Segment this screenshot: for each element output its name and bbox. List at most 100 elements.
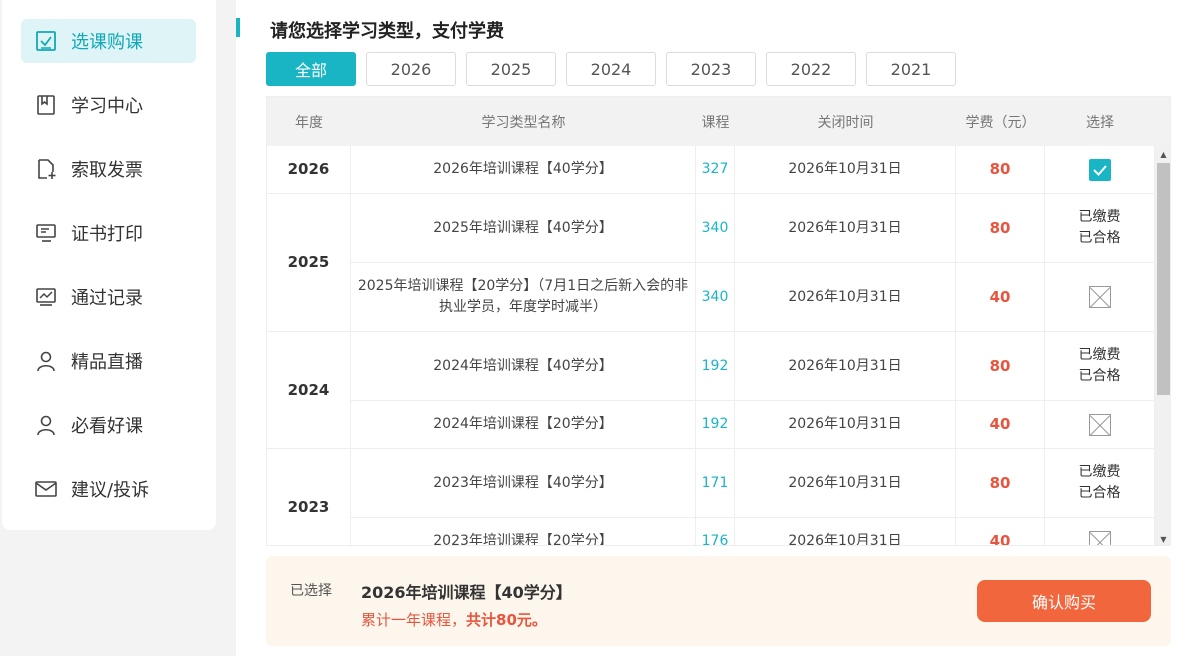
sidebar-item-label: 学习中心 xyxy=(71,96,143,117)
fee-cell: 80 xyxy=(956,194,1045,263)
fee-cell: 40 xyxy=(956,263,1045,332)
close-time-cell: 2026年10月31日 xyxy=(735,518,956,545)
close-time-cell: 2026年10月31日 xyxy=(735,263,956,332)
selected-label: 已选择 xyxy=(290,583,332,599)
main-panel: 请您选择学习类型，支付学费 全部 2026 2025 2024 2023 202… xyxy=(236,0,1190,656)
select-cell xyxy=(1045,401,1155,449)
summary-total: 共计80元。 xyxy=(466,611,547,629)
fee-cell: 80 xyxy=(956,146,1045,194)
course-table: 年度 学习类型名称 课程 关闭时间 学费（元） 选择 2026 2026年培训课… xyxy=(266,96,1171,546)
tab-2023[interactable]: 2023 xyxy=(666,52,756,86)
title-accent-bar xyxy=(236,18,240,37)
course-count-link[interactable]: 176 xyxy=(696,518,735,545)
tab-2025[interactable]: 2025 xyxy=(466,52,556,86)
header-courses: 课程 xyxy=(701,114,730,131)
fee-cell: 40 xyxy=(956,401,1045,449)
year-cell: 2023 xyxy=(267,449,351,545)
passed-label: 已合格 xyxy=(1078,368,1121,384)
checkbox-icon xyxy=(35,30,57,52)
sidebar-item-label: 索取发票 xyxy=(71,160,143,181)
user-icon xyxy=(35,350,57,372)
header-year: 年度 xyxy=(295,114,323,131)
sidebar-item-label: 通过记录 xyxy=(71,288,143,309)
tab-2026[interactable]: 2026 xyxy=(366,52,456,86)
header-type-name: 学习类型名称 xyxy=(481,114,566,131)
close-time-cell: 2026年10月31日 xyxy=(735,449,956,518)
sidebar: 选课购课 学习中心 索取发票 证书打印 通过记录 精品直播 必看好课 建议/投诉 xyxy=(2,0,216,530)
close-time-cell: 2026年10月31日 xyxy=(735,194,956,263)
course-count-link[interactable]: 340 xyxy=(696,194,735,263)
passed-label: 已合格 xyxy=(1078,230,1121,246)
course-count-link[interactable]: 192 xyxy=(696,332,735,401)
sidebar-item-must-watch[interactable]: 必看好课 xyxy=(21,403,196,447)
passed-label: 已合格 xyxy=(1078,485,1121,501)
page-title: 请您选择学习类型，支付学费 xyxy=(270,21,504,42)
course-count-link[interactable]: 192 xyxy=(696,401,735,449)
type-name-cell: 2024年培训课程【40学分】 xyxy=(351,332,696,401)
year-cell: 2025 xyxy=(267,194,351,332)
table-body: 2026 2026年培训课程【40学分】 327 2026年10月31日 80 … xyxy=(267,146,1155,545)
course-count-link[interactable]: 327 xyxy=(696,146,735,194)
type-name-cell: 2024年培训课程【20学分】 xyxy=(351,401,696,449)
paid-label: 已缴费 xyxy=(1078,209,1121,225)
sidebar-item-label: 选课购课 xyxy=(71,32,143,53)
tab-all[interactable]: 全部 xyxy=(266,52,356,86)
header-close-time: 关闭时间 xyxy=(817,114,874,131)
sidebar-item-select-course[interactable]: 选课购课 xyxy=(21,19,196,63)
book-icon xyxy=(35,94,57,116)
selection-summary-bar: 已选择 2026年培训课程【40学分】 累计一年课程，共计80元。 确认购买 xyxy=(266,556,1171,646)
header-select: 选择 xyxy=(1086,114,1114,131)
mail-icon xyxy=(35,478,57,500)
fee-cell: 80 xyxy=(956,449,1045,518)
year-cell: 2024 xyxy=(267,332,351,449)
chart-icon xyxy=(35,286,57,308)
course-count-link[interactable]: 171 xyxy=(696,449,735,518)
year-cell: 2026 xyxy=(267,146,351,194)
header-fee: 学费（元） xyxy=(965,114,1036,131)
type-name-cell: 2026年培训课程【40学分】 xyxy=(351,146,696,194)
scrollbar-thumb[interactable] xyxy=(1157,163,1170,395)
user-icon xyxy=(35,414,57,436)
scroll-up-arrow-icon[interactable]: ▲ xyxy=(1155,146,1170,162)
summary-prefix: 累计一年课程， xyxy=(361,611,467,629)
tab-2024[interactable]: 2024 xyxy=(566,52,656,86)
sidebar-item-label: 建议/投诉 xyxy=(71,480,150,501)
course-count-link[interactable]: 340 xyxy=(696,263,735,332)
scroll-down-arrow-icon[interactable]: ▼ xyxy=(1155,531,1170,545)
status-cell: 已缴费 已合格 xyxy=(1045,449,1155,518)
close-time-cell: 2026年10月31日 xyxy=(735,146,956,194)
table-scrollbar[interactable]: ▲ ▼ xyxy=(1155,146,1170,545)
sidebar-item-live[interactable]: 精品直播 xyxy=(21,339,196,383)
status-cell: 已缴费 已合格 xyxy=(1045,332,1155,401)
type-name-cell: 2023年培训课程【20学分】 xyxy=(351,518,696,545)
sidebar-item-label: 精品直播 xyxy=(71,352,143,373)
confirm-purchase-button[interactable]: 确认购买 xyxy=(977,580,1151,622)
sidebar-item-invoice[interactable]: 索取发票 xyxy=(21,147,196,191)
selected-course: 2026年培训课程【40学分】 xyxy=(361,583,572,602)
certificate-icon xyxy=(35,222,57,244)
year-tabs: 全部 2026 2025 2024 2023 2022 2021 xyxy=(266,52,956,86)
paid-label: 已缴费 xyxy=(1078,464,1121,480)
disabled-checkbox-icon xyxy=(1088,286,1111,308)
type-name-cell: 2025年培训课程【20学分】（7月1日之后新入会的非执业学员，年度学时减半） xyxy=(351,263,696,332)
disabled-checkbox-icon xyxy=(1088,530,1111,545)
type-name-cell: 2025年培训课程【40学分】 xyxy=(351,194,696,263)
status-cell: 已缴费 已合格 xyxy=(1045,194,1155,263)
invoice-add-icon xyxy=(35,158,57,180)
type-name-cell: 2023年培训课程【40学分】 xyxy=(351,449,696,518)
paid-label: 已缴费 xyxy=(1078,347,1121,363)
selected-checkbox[interactable] xyxy=(1088,158,1111,181)
sidebar-item-certificate[interactable]: 证书打印 xyxy=(21,211,196,255)
fee-cell: 40 xyxy=(956,518,1045,545)
sidebar-item-feedback[interactable]: 建议/投诉 xyxy=(21,467,196,511)
table-header: 年度 学习类型名称 课程 关闭时间 学费（元） 选择 xyxy=(267,97,1170,146)
sidebar-item-label: 必看好课 xyxy=(71,416,143,437)
select-cell xyxy=(1045,263,1155,332)
sidebar-item-records[interactable]: 通过记录 xyxy=(21,275,196,319)
tab-2021[interactable]: 2021 xyxy=(866,52,956,86)
close-time-cell: 2026年10月31日 xyxy=(735,401,956,449)
close-time-cell: 2026年10月31日 xyxy=(735,332,956,401)
select-cell xyxy=(1045,146,1155,194)
tab-2022[interactable]: 2022 xyxy=(766,52,856,86)
sidebar-item-study-center[interactable]: 学习中心 xyxy=(21,83,196,127)
